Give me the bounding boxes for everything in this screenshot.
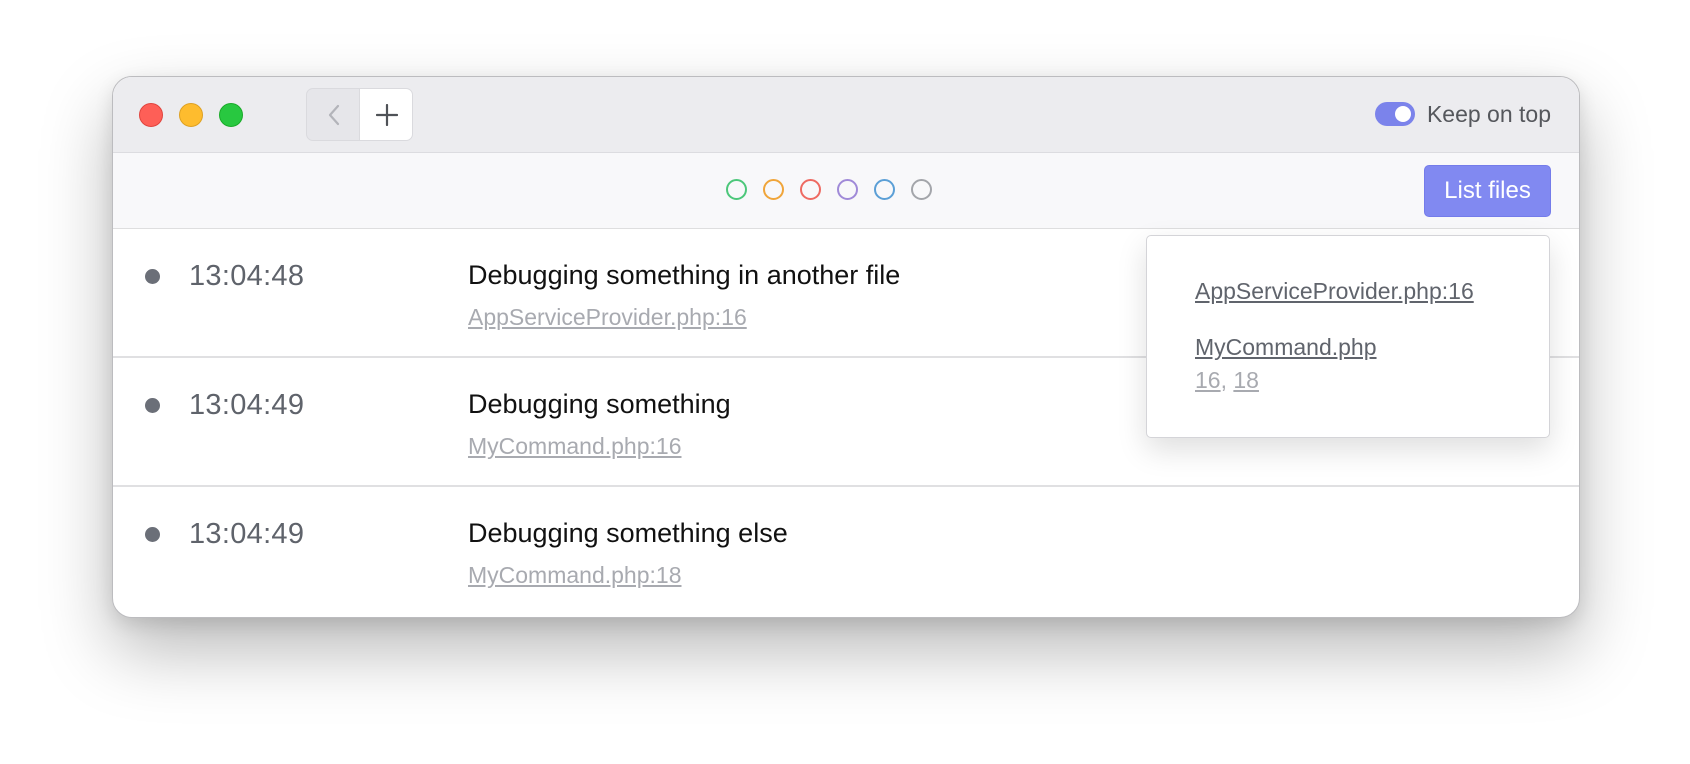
- popover-file-link[interactable]: AppServiceProvider.php:16: [1195, 278, 1474, 305]
- log-entry: 13:04:49 Debugging something else MyComm…: [113, 487, 1579, 616]
- line-separator: ,: [1220, 367, 1227, 393]
- entry-message: Debugging something else: [468, 518, 788, 548]
- entry-color-dot: [145, 269, 160, 284]
- navigation-group: [306, 88, 413, 141]
- entry-color-dot: [145, 527, 160, 542]
- color-filter-blue[interactable]: [874, 179, 895, 200]
- keep-on-top-toggle[interactable]: [1374, 102, 1415, 126]
- chevron-left-icon: [328, 104, 339, 125]
- line-link[interactable]: 18: [1233, 367, 1259, 393]
- app-window: Keep on top List files 13:04:48 Debuggin…: [112, 76, 1580, 618]
- toggle-knob: [1394, 106, 1411, 122]
- entry-file-link[interactable]: MyCommand.php:18: [468, 562, 682, 589]
- line-link[interactable]: 16: [1195, 367, 1221, 393]
- back-button[interactable]: [307, 89, 360, 140]
- entry-file-link[interactable]: MyCommand.php:16: [468, 433, 682, 460]
- entry-color-dot: [145, 398, 160, 413]
- close-window-button[interactable]: [139, 103, 163, 127]
- color-filter-group: [726, 179, 948, 200]
- toolbar: List files: [113, 153, 1579, 229]
- maximize-window-button[interactable]: [219, 103, 243, 127]
- minimize-window-button[interactable]: [179, 103, 203, 127]
- entry-time: 13:04:48: [189, 260, 305, 292]
- files-popover: AppServiceProvider.php:16 MyCommand.php …: [1146, 235, 1550, 438]
- entry-message: Debugging something: [468, 389, 731, 419]
- color-filter-green[interactable]: [726, 179, 747, 200]
- plus-icon: [375, 103, 398, 126]
- color-filter-gray[interactable]: [911, 179, 932, 200]
- entry-time: 13:04:49: [189, 518, 305, 550]
- popover-line-links: 16, 18: [1195, 367, 1259, 394]
- keep-on-top-label: Keep on top: [1426, 100, 1551, 127]
- color-filter-purple[interactable]: [837, 179, 858, 200]
- popover-file-link[interactable]: MyCommand.php: [1195, 334, 1377, 361]
- entry-message: Debugging something in another file: [468, 260, 901, 290]
- keep-on-top-control[interactable]: Keep on top: [1374, 99, 1551, 129]
- color-filter-red[interactable]: [800, 179, 821, 200]
- title-bar: Keep on top: [113, 77, 1579, 153]
- color-filter-orange[interactable]: [763, 179, 784, 200]
- add-button[interactable]: [360, 89, 412, 140]
- entry-time: 13:04:49: [189, 389, 305, 421]
- entry-file-link[interactable]: AppServiceProvider.php:16: [468, 304, 747, 331]
- list-files-button[interactable]: List files: [1424, 165, 1551, 217]
